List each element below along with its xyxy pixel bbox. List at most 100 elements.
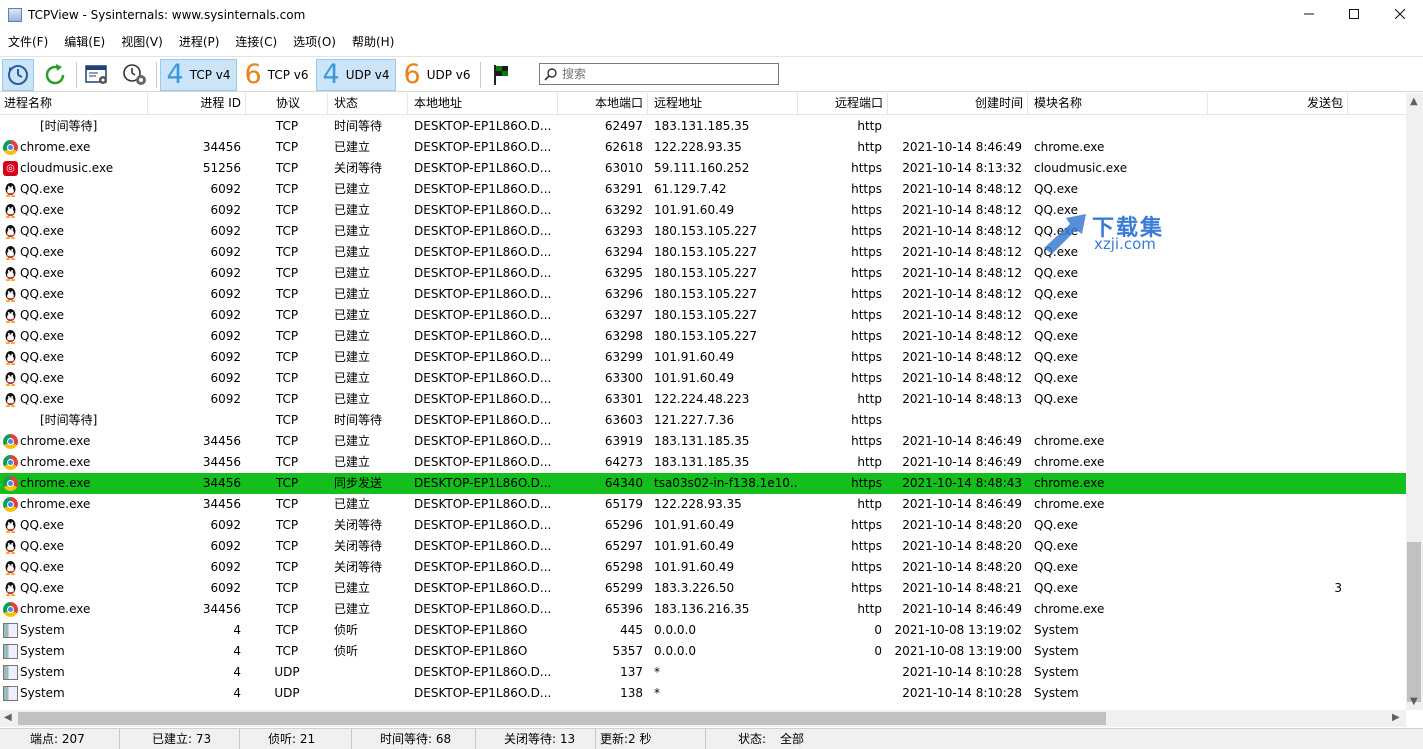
cell-create-time: 2021-10-14 8:48:12 bbox=[902, 224, 1022, 238]
cell-remote-address: 180.153.105.227 bbox=[654, 308, 758, 322]
table-row[interactable]: QQ.exe 6092 TCP 已建立 DESKTOP-EP1L86O.D... 6329… bbox=[0, 200, 1406, 221]
table-row[interactable]: QQ.exe 6092 TCP 关闭等待 DESKTOP-EP1L86O.D... 652… bbox=[0, 557, 1406, 578]
cell-protocol: TCP bbox=[275, 203, 299, 217]
cell-sent-packets bbox=[1208, 452, 1348, 473]
refresh-button[interactable] bbox=[38, 59, 72, 91]
auto-refresh-button[interactable] bbox=[2, 59, 34, 91]
table-row[interactable]: QQ.exe 6092 TCP 已建立 DESKTOP-EP1L86O.D... 6330… bbox=[0, 368, 1406, 389]
cell-remote-address: 101.91.60.49 bbox=[654, 539, 735, 553]
menu-process[interactable]: 进程(P) bbox=[171, 31, 228, 53]
clock-gear-icon bbox=[123, 64, 146, 85]
cell-protocol: TCP bbox=[275, 350, 299, 364]
cell-sent-packets bbox=[1208, 683, 1348, 704]
table-row[interactable]: QQ.exe 6092 TCP 已建立 DESKTOP-EP1L86O.D... 6329… bbox=[0, 263, 1406, 284]
cell-protocol: TCP bbox=[275, 224, 299, 238]
menu-edit[interactable]: 编辑(E) bbox=[56, 31, 113, 53]
col-pid[interactable]: 进程 ID bbox=[148, 93, 246, 115]
menu-help[interactable]: 帮助(H) bbox=[344, 31, 402, 53]
col-remote-port[interactable]: 远程端口 bbox=[798, 93, 888, 115]
col-remote-address[interactable]: 远程地址 bbox=[648, 93, 798, 115]
cell-module-name: chrome.exe bbox=[1034, 476, 1105, 490]
table-row[interactable]: [时间等待] TCP 时间等待 DESKTOP-EP1L86O.D... 63603 12… bbox=[0, 410, 1406, 431]
table-row[interactable]: System 4 UDP DESKTOP-EP1L86O.D... 138 * 2021-1… bbox=[0, 683, 1406, 704]
search-input[interactable] bbox=[562, 67, 762, 81]
menu-file[interactable]: 文件(F) bbox=[0, 31, 56, 53]
scroll-up-arrow-icon[interactable]: ▲ bbox=[1410, 96, 1418, 107]
cell-state bbox=[328, 683, 408, 704]
flag-button[interactable] bbox=[486, 59, 518, 91]
cell-pid: 6092 bbox=[210, 518, 241, 532]
udp-v6-toggle[interactable]: 6 UDP v6 bbox=[398, 59, 476, 91]
close-button[interactable] bbox=[1377, 0, 1423, 28]
cell-state: 已建立 bbox=[334, 266, 371, 280]
cell-module-name: QQ.exe bbox=[1034, 329, 1078, 343]
table-row[interactable]: chrome.exe 34456 TCP 已建立 DESKTOP-EP1L86O.D..… bbox=[0, 431, 1406, 452]
settings-window-button[interactable] bbox=[80, 59, 114, 91]
col-protocol[interactable]: 协议 bbox=[246, 93, 328, 115]
table-row[interactable]: QQ.exe 6092 TCP 已建立 DESKTOP-EP1L86O.D... 6330… bbox=[0, 389, 1406, 410]
cell-module-name: QQ.exe bbox=[1034, 308, 1078, 322]
col-local-port[interactable]: 本地端口 bbox=[558, 93, 648, 115]
cell-pid: 34456 bbox=[202, 602, 241, 616]
scroll-down-arrow-icon[interactable]: ▼ bbox=[1410, 696, 1418, 707]
clock-refresh-icon bbox=[8, 65, 28, 85]
table-row[interactable]: QQ.exe 6092 TCP 已建立 DESKTOP-EP1L86O.D... 6329… bbox=[0, 347, 1406, 368]
table-row[interactable]: [时间等待] TCP 时间等待 DESKTOP-EP1L86O.D... 62497 18… bbox=[0, 116, 1406, 137]
cell-module-name: cloudmusic.exe bbox=[1034, 161, 1128, 175]
cell-pid bbox=[148, 410, 246, 431]
cell-local-address: DESKTOP-EP1L86O bbox=[414, 623, 528, 637]
horizontal-scroll-thumb[interactable] bbox=[18, 712, 1106, 725]
cell-process-name: System bbox=[20, 665, 65, 679]
table-row[interactable]: QQ.exe 6092 TCP 已建立 DESKTOP-EP1L86O.D... 6329… bbox=[0, 326, 1406, 347]
cell-module-name: QQ.exe bbox=[1034, 581, 1078, 595]
col-state[interactable]: 状态 bbox=[328, 93, 408, 115]
cell-create-time: 2021-10-14 8:48:12 bbox=[902, 308, 1022, 322]
table-row[interactable]: System 4 TCP 侦听 DESKTOP-EP1L86O 445 0.0.0.0 0 20… bbox=[0, 620, 1406, 641]
cell-pid: 6092 bbox=[210, 350, 241, 364]
table-row[interactable]: chrome.exe 34456 TCP 已建立 DESKTOP-EP1L86O.D..… bbox=[0, 137, 1406, 158]
cell-local-port: 63297 bbox=[604, 308, 643, 322]
cell-state: 已建立 bbox=[334, 140, 371, 154]
table-row[interactable]: ◎ cloudmusic.exe 51256 TCP 关闭等待 DESKTOP-EP1L8… bbox=[0, 158, 1406, 179]
cell-state: 已建立 bbox=[334, 392, 371, 406]
table-row[interactable]: System 4 TCP 侦听 DESKTOP-EP1L86O 5357 0.0.0.0 0 2… bbox=[0, 641, 1406, 662]
cell-sent-packets bbox=[1208, 599, 1348, 620]
table-row[interactable]: chrome.exe 34456 TCP 同步发送 DESKTOP-EP1L86O.D.… bbox=[0, 473, 1406, 494]
cell-module-name: chrome.exe bbox=[1034, 455, 1105, 469]
time-settings-button[interactable] bbox=[118, 59, 152, 91]
table-row[interactable]: QQ.exe 6092 TCP 关闭等待 DESKTOP-EP1L86O.D... 652… bbox=[0, 515, 1406, 536]
udp-v4-toggle[interactable]: 4 UDP v4 bbox=[316, 59, 396, 91]
table-row[interactable]: QQ.exe 6092 TCP 已建立 DESKTOP-EP1L86O.D... 6329… bbox=[0, 179, 1406, 200]
table-row[interactable]: QQ.exe 6092 TCP 已建立 DESKTOP-EP1L86O.D... 6329… bbox=[0, 305, 1406, 326]
cell-process-name: chrome.exe bbox=[20, 434, 91, 448]
table-row[interactable]: chrome.exe 34456 TCP 已建立 DESKTOP-EP1L86O.D..… bbox=[0, 599, 1406, 620]
table-row[interactable]: QQ.exe 6092 TCP 关闭等待 DESKTOP-EP1L86O.D... 652… bbox=[0, 536, 1406, 557]
menu-connection[interactable]: 连接(C) bbox=[227, 31, 285, 53]
table-row[interactable]: System 4 UDP DESKTOP-EP1L86O.D... 137 * 2021-1… bbox=[0, 662, 1406, 683]
menu-view[interactable]: 视图(V) bbox=[113, 31, 171, 53]
cell-sent-packets bbox=[1208, 137, 1348, 158]
cell-remote-address: 183.131.185.35 bbox=[654, 434, 750, 448]
table-row[interactable]: chrome.exe 34456 TCP 已建立 DESKTOP-EP1L86O.D..… bbox=[0, 494, 1406, 515]
col-sent-packets[interactable]: 发送包 bbox=[1208, 93, 1348, 115]
table-row[interactable]: QQ.exe 6092 TCP 已建立 DESKTOP-EP1L86O.D... 6329… bbox=[0, 242, 1406, 263]
table-row[interactable]: QQ.exe 6092 TCP 已建立 DESKTOP-EP1L86O.D... 6529… bbox=[0, 578, 1406, 599]
col-process-name[interactable]: 进程名称 bbox=[0, 93, 148, 115]
cell-sent-packets bbox=[1208, 221, 1348, 242]
table-row[interactable]: chrome.exe 34456 TCP 已建立 DESKTOP-EP1L86O.D..… bbox=[0, 452, 1406, 473]
tcp-v6-toggle[interactable]: 6 TCP v6 bbox=[239, 59, 314, 91]
tcp-v4-toggle[interactable]: 4 TCP v4 bbox=[160, 59, 237, 91]
col-module-name[interactable]: 模块名称 bbox=[1028, 93, 1208, 115]
scroll-left-arrow-icon[interactable]: ◀ bbox=[4, 712, 12, 723]
vertical-scroll-thumb[interactable] bbox=[1407, 542, 1421, 702]
scroll-right-arrow-icon[interactable]: ▶ bbox=[1392, 712, 1400, 723]
table-row[interactable]: QQ.exe 6092 TCP 已建立 DESKTOP-EP1L86O.D... 6329… bbox=[0, 284, 1406, 305]
minimize-button[interactable] bbox=[1286, 0, 1332, 28]
col-create-time[interactable]: 创建时间 bbox=[888, 93, 1028, 115]
cell-local-address: DESKTOP-EP1L86O.D... bbox=[414, 455, 552, 469]
search-box[interactable] bbox=[539, 63, 779, 85]
table-row[interactable]: QQ.exe 6092 TCP 已建立 DESKTOP-EP1L86O.D... 6329… bbox=[0, 221, 1406, 242]
col-local-address[interactable]: 本地地址 bbox=[408, 93, 558, 115]
menu-options[interactable]: 选项(O) bbox=[285, 31, 344, 53]
maximize-button[interactable] bbox=[1331, 0, 1377, 28]
